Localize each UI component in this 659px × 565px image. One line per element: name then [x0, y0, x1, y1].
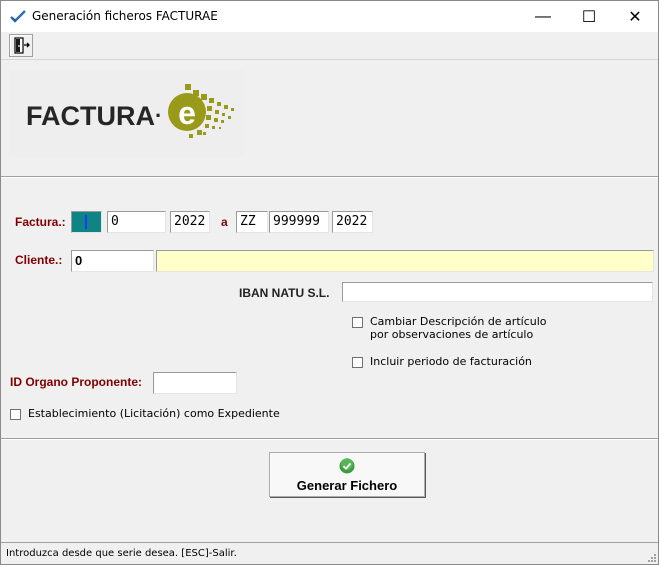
close-icon: ✕ [628, 8, 642, 26]
client-label: Cliente.: [15, 253, 63, 267]
logo-dot: · [155, 103, 162, 128]
iban-label: IBAN NATU S.L. [239, 286, 330, 300]
maximize-icon: ☐ [581, 8, 597, 26]
status-bar: Introduzca desde que serie desea. [ESC]-… [1, 542, 658, 564]
to-serie-value: ZZ [240, 214, 256, 229]
include-period-option[interactable]: Incluir periodo de facturación [352, 355, 532, 368]
change-description-checkbox[interactable] [352, 317, 363, 328]
change-description-line2: por observaciones de artículo [370, 328, 534, 341]
from-number-field[interactable]: 0 [107, 211, 166, 233]
change-description-line1: Cambiar Descripción de artículo [370, 315, 547, 328]
top-separator [1, 176, 658, 178]
maximize-button[interactable]: ☐ [566, 1, 612, 32]
client-name-field[interactable] [156, 250, 654, 272]
organ-field[interactable] [153, 372, 237, 394]
check-icon [339, 458, 355, 474]
from-serie-field[interactable] [71, 211, 102, 233]
to-number-value: 999999 [273, 214, 320, 229]
resize-grip-icon[interactable] [646, 552, 656, 562]
title-bar: Generación ficheros FACTURAE — ☐ ✕ [1, 1, 658, 32]
from-year-value: 2022 [174, 214, 206, 229]
generate-file-label: Generar Fichero [296, 478, 398, 493]
toolbar [1, 32, 658, 60]
facturae-window: Generación ficheros FACTURAE — ☐ ✕ FACTU… [0, 0, 659, 565]
facturae-logo-graphic: FACTURA · e [26, 84, 234, 138]
establishment-option[interactable]: Establecimiento (Licitación) como Expedi… [10, 407, 280, 420]
close-button[interactable]: ✕ [612, 1, 658, 32]
exit-button[interactable] [9, 34, 33, 57]
facturae-logo: FACTURA · e [9, 70, 244, 157]
generate-file-button[interactable]: Generar Fichero [269, 452, 425, 497]
exit-door-icon [14, 37, 30, 54]
minimize-button[interactable]: — [520, 1, 566, 32]
app-checkmark-icon [10, 10, 26, 23]
text-cursor [85, 215, 87, 229]
establishment-label: Establecimiento (Licitación) como Expedi… [28, 407, 280, 420]
to-label: a [221, 215, 228, 229]
logo-text: FACTURA [26, 101, 155, 131]
change-description-option[interactable]: Cambiar Descripción de artículo por obse… [352, 315, 547, 341]
to-number-field[interactable]: 999999 [269, 211, 329, 233]
client-code-field[interactable]: 0 [71, 250, 154, 272]
logo-letter: e [178, 95, 196, 131]
from-number-value: 0 [111, 214, 119, 229]
iban-field[interactable] [342, 282, 653, 302]
invoice-label: Factura.: [15, 215, 66, 229]
client-code-value: 0 [75, 253, 83, 268]
to-serie-field[interactable]: ZZ [236, 211, 268, 233]
window-title: Generación ficheros FACTURAE [32, 9, 218, 23]
from-year-field[interactable]: 2022 [170, 211, 210, 233]
to-year-field[interactable]: 2022 [332, 211, 373, 233]
organ-label: ID Organo Proponente: [10, 375, 142, 389]
status-message: Introduzca desde que serie desea. [ESC]-… [6, 548, 237, 559]
bottom-separator [1, 438, 658, 440]
to-year-value: 2022 [336, 214, 368, 229]
minimize-icon: — [535, 7, 551, 25]
include-period-label: Incluir periodo de facturación [370, 355, 532, 368]
include-period-checkbox[interactable] [352, 357, 363, 368]
establishment-checkbox[interactable] [10, 409, 21, 420]
